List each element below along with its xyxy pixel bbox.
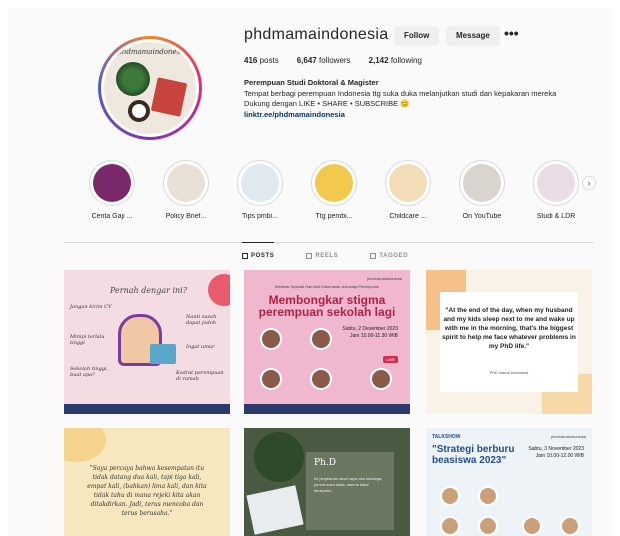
speaker-photo	[478, 516, 498, 536]
tab-tagged[interactable]: TAGGED	[370, 253, 408, 259]
post-text: Jangan kirim CV	[70, 304, 112, 310]
event-date: Sabtu, 3 November 2023 Jam 10.00-12.00 W…	[528, 446, 584, 459]
bio-name: Perempuan Studi Doktoral & Magister	[244, 78, 379, 87]
event-date: Sabtu, 2 Desember 2023 Jam 10.00-11.30 W…	[342, 326, 398, 339]
reels-icon	[306, 253, 313, 259]
highlight-item[interactable]: Ttg pembi...	[302, 160, 366, 220]
highlight-label: Ttg pembi...	[315, 213, 353, 220]
speaker-photo	[440, 486, 460, 506]
tree-image	[254, 432, 304, 482]
tab-reels[interactable]: REELS	[306, 253, 338, 259]
posts-stat: 416 posts	[244, 56, 279, 65]
avatar-caption: phdmamaindonesia	[117, 48, 187, 56]
post-tile[interactable]: Pernah dengar ini? Jangan kirim CV Mimpi…	[64, 270, 230, 414]
post-footer	[244, 404, 410, 414]
highlight-item[interactable]: Studi & LDR	[524, 160, 588, 220]
post-title: Membongkar stigma perempuan sekolah lagi	[258, 293, 396, 319]
post-label: TALKSHOW	[432, 434, 461, 440]
chevron-right-icon[interactable]: ›	[582, 176, 596, 190]
highlight-item[interactable]: Childcare ...	[376, 160, 440, 220]
active-tab-indicator	[242, 242, 274, 243]
post-text: Kodrat perempuan di rumah	[176, 370, 224, 382]
following-stat[interactable]: 2,142 following	[369, 56, 422, 65]
post-text: Nanti susah dapat jodoh	[186, 314, 217, 326]
profile-page: phdmamaindonesia phdmamaindonesia Follow…	[8, 8, 612, 536]
post-footer	[64, 404, 230, 414]
post-quote: "Saya percaya bahwa kesempatan itu tidak…	[87, 465, 207, 517]
post-quote: "At the end of the day, when my husband …	[442, 307, 576, 350]
tagged-icon	[370, 253, 377, 259]
speaker-photo	[522, 516, 542, 536]
profile-bio: Perempuan Studi Doktoral & Magister Temp…	[244, 78, 584, 120]
quote-author: PhD mama Indonesia	[489, 370, 529, 375]
post-tile[interactable]: "At the end of the day, when my husband …	[426, 270, 592, 414]
heart-icon	[208, 274, 230, 306]
bio-link[interactable]: linktr.ee/phdmamaindonesia	[244, 110, 584, 121]
speaker-photo	[560, 516, 580, 536]
laptop-illustration	[150, 344, 176, 364]
tab-posts[interactable]: POSTS	[242, 253, 274, 259]
highlight-label: Studi & LDR	[536, 213, 576, 220]
speaker-photo	[478, 486, 498, 506]
post-brand: phdmamaindonesia	[367, 276, 402, 281]
highlight-label: Cerita Gaji ...	[91, 213, 133, 220]
highlight-item[interactable]: Cerita Gaji ...	[80, 160, 144, 220]
speaker-photo	[370, 368, 392, 390]
story-highlights: Cerita Gaji ... Policy Brief... Tips pmb…	[80, 160, 600, 230]
profile-username: phdmamaindonesia	[244, 26, 389, 43]
post-title: Ph.D	[314, 458, 336, 468]
speaker-photo	[260, 328, 282, 350]
book-image	[246, 485, 304, 535]
profile-avatar[interactable]: phdmamaindonesia	[98, 36, 202, 140]
message-button[interactable]: Message	[446, 26, 500, 46]
post-brand: phdmamaindonesia	[551, 434, 586, 439]
highlight-item[interactable]: Tips pmbi...	[228, 160, 292, 220]
speaker-photo	[440, 516, 460, 536]
highlight-label: Childcare ...	[389, 213, 427, 220]
post-text: Mimpi terlalu tinggi	[70, 334, 105, 346]
post-title: "Strategi berburu beasiswa 2023"	[432, 444, 515, 466]
plant-icon	[116, 62, 150, 96]
speaker-photo	[260, 368, 282, 390]
post-tile[interactable]: TALKSHOW phdmamaindonesia "Strategi berb…	[426, 428, 592, 536]
post-title: Pernah dengar ini?	[110, 286, 188, 295]
live-badge: LIVE	[383, 356, 398, 363]
post-subtitle: Webinar Spesial Hari Anti Kekerasan terh…	[274, 284, 380, 289]
post-text: Ini perjalanan studi saya dan keluarga, …	[314, 476, 383, 493]
highlight-item[interactable]: On YouTube	[450, 160, 514, 220]
highlight-label: Policy Brief...	[165, 213, 207, 220]
bio-cta: Dukung dengan LIKE • SHARE • SUBSCRIBE 😊	[244, 99, 410, 108]
post-tile[interactable]: "Saya percaya bahwa kesempatan itu tidak…	[64, 428, 230, 536]
post-text: Ingat umur	[186, 344, 215, 350]
highlight-label: Tips pmbi...	[242, 213, 278, 220]
more-options-icon[interactable]: •••	[504, 26, 519, 40]
coffee-cup-icon	[128, 100, 150, 122]
speaker-photo	[310, 368, 332, 390]
follow-button[interactable]: Follow	[394, 26, 440, 46]
profile-tabs: POSTS REELS TAGGED	[242, 253, 408, 259]
tabs-divider	[64, 242, 594, 243]
highlight-item[interactable]: Policy Brief...	[154, 160, 218, 220]
decor-shape	[64, 428, 106, 462]
post-text: Sekolah tinggi, buat apa?	[70, 366, 109, 378]
bio-description: Tempat berbagi perempuan Indonesia ttg s…	[244, 88, 557, 98]
post-tile[interactable]: phdmamaindonesia Webinar Spesial Hari An…	[244, 270, 410, 414]
followers-stat[interactable]: 6,647 followers	[297, 56, 351, 65]
highlight-label: On YouTube	[462, 213, 502, 220]
book-icon	[150, 77, 188, 117]
profile-stats: 416 posts 6,647 followers 2,142 followin…	[244, 56, 422, 65]
speaker-photo	[310, 328, 332, 350]
post-tile[interactable]: Ph.D Ini perjalanan studi saya dan kelua…	[244, 428, 410, 536]
grid-icon	[242, 253, 248, 259]
